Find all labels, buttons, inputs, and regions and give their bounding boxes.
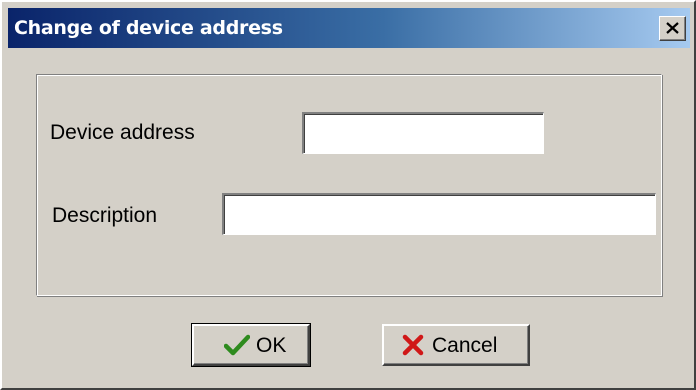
title-bar[interactable]: Change of device address — [8, 8, 690, 48]
device-address-input[interactable] — [302, 112, 544, 154]
address-group-box — [36, 74, 662, 296]
ok-button[interactable]: OK — [191, 323, 311, 367]
close-icon — [666, 22, 679, 34]
description-input[interactable] — [222, 193, 656, 235]
close-button[interactable] — [659, 16, 686, 41]
device-address-label: Device address — [50, 121, 195, 144]
window-title: Change of device address — [14, 17, 283, 39]
red-x-icon — [402, 334, 424, 356]
cancel-button-label: Cancel — [432, 334, 498, 357]
ok-button-label: OK — [256, 334, 287, 357]
dialog-window: Change of device address Device address … — [0, 0, 696, 390]
description-label: Description — [52, 204, 158, 227]
checkmark-icon — [224, 334, 250, 356]
cancel-button[interactable]: Cancel — [382, 324, 530, 366]
